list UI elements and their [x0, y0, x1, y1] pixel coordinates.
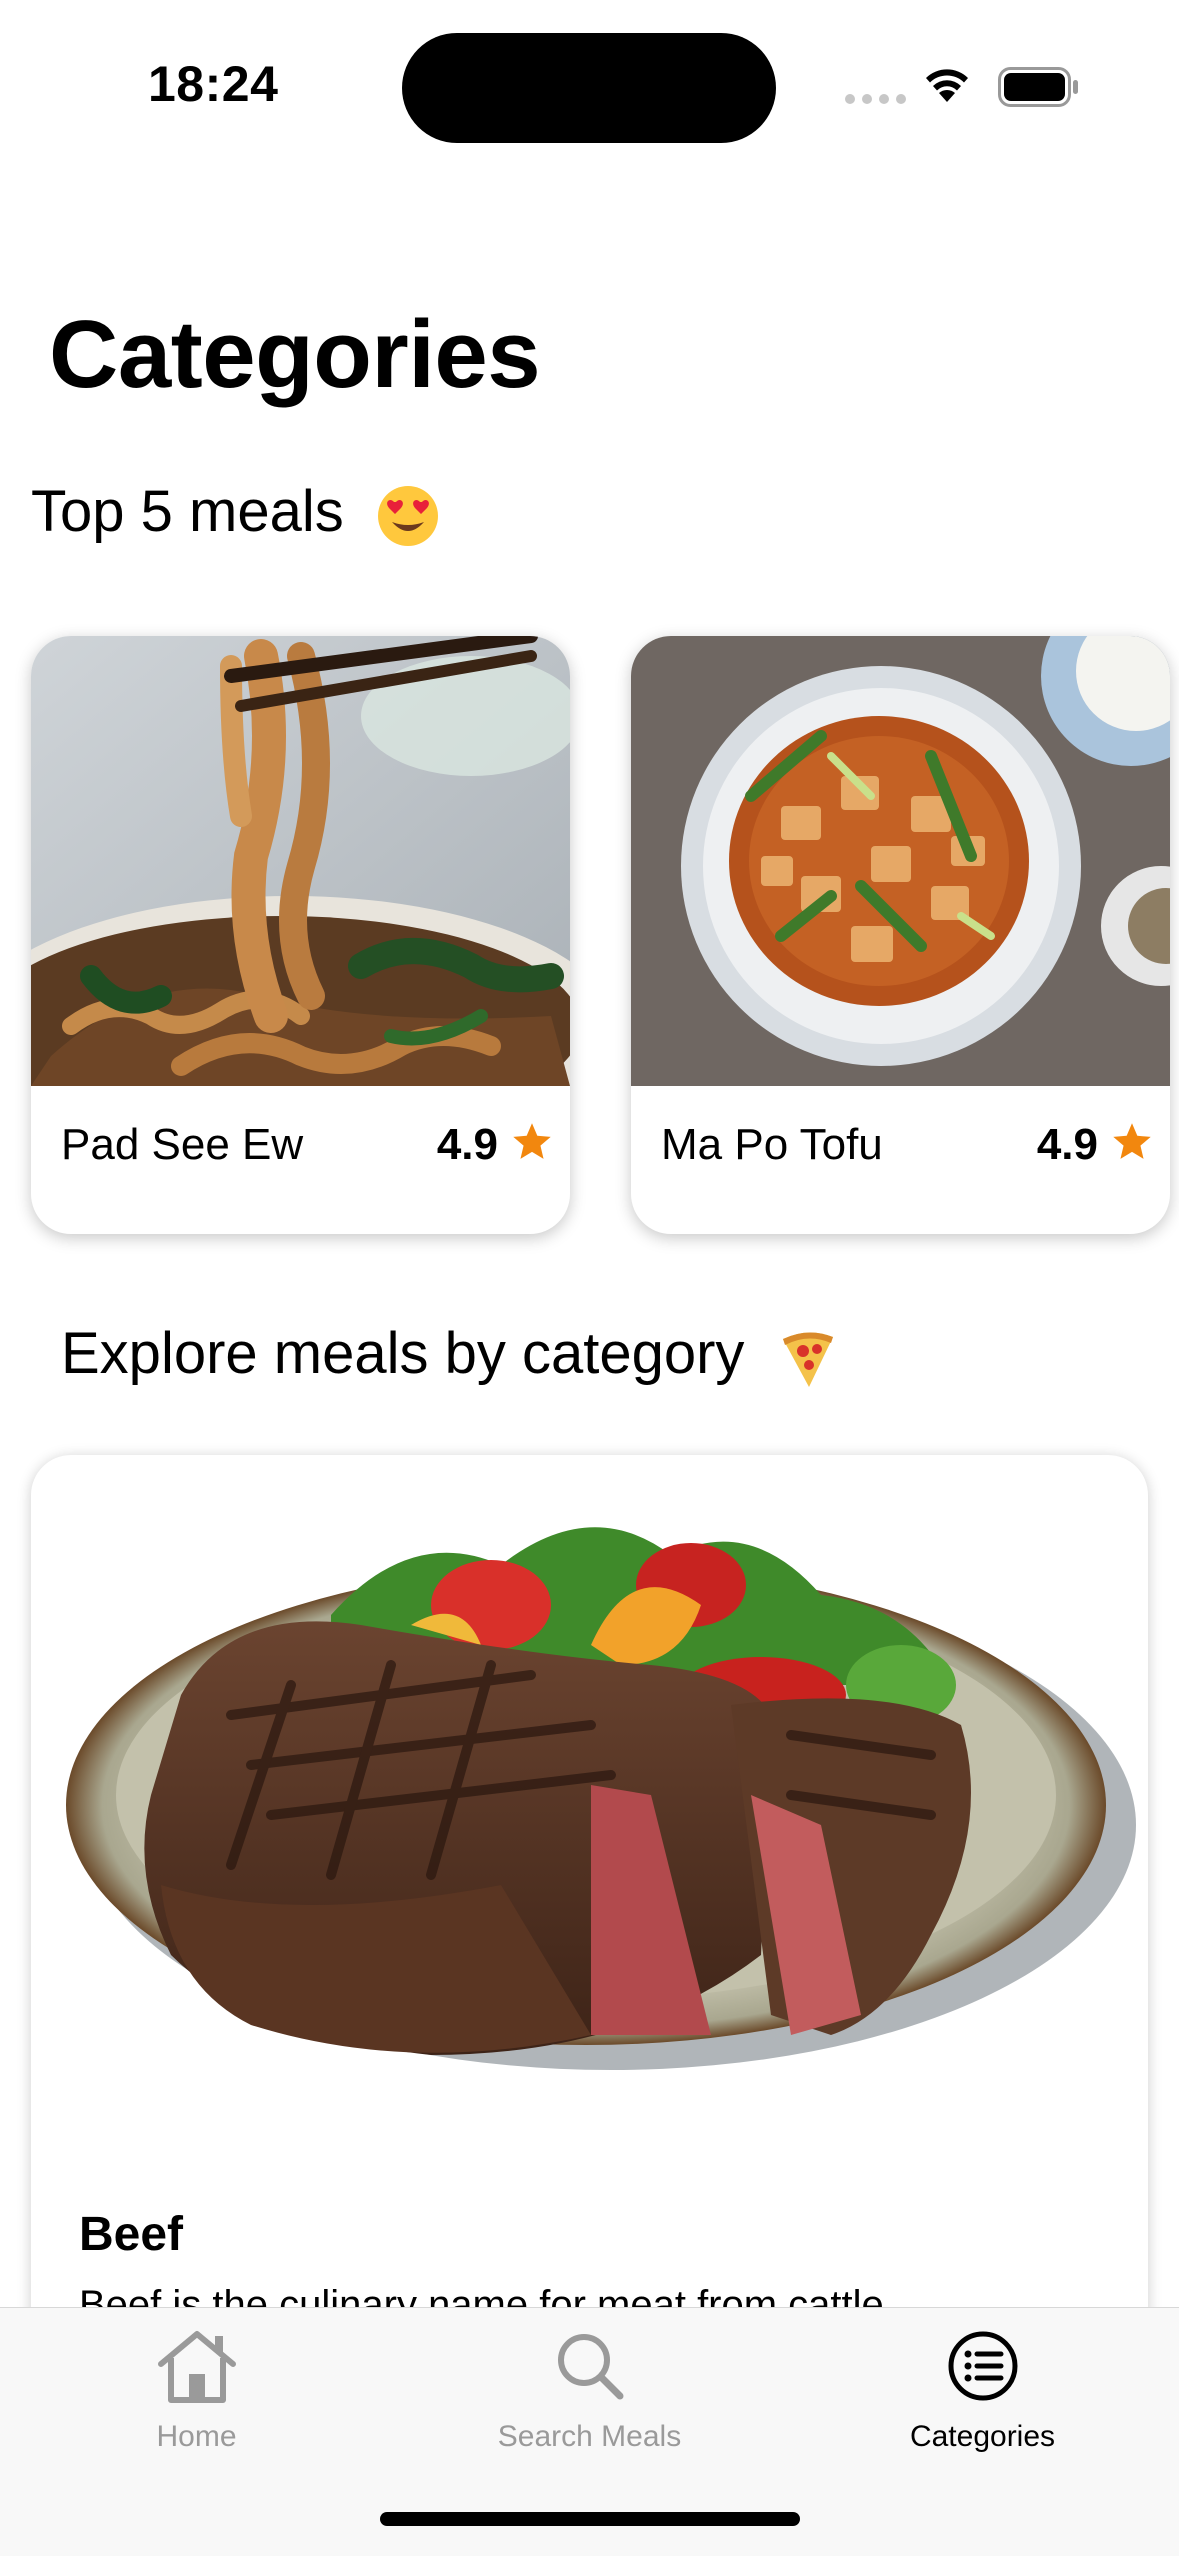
heart-eyes-emoji-icon: [377, 485, 438, 546]
pad-see-ew-image: [31, 636, 570, 1086]
meal-name: Pad See Ew: [61, 1120, 304, 1169]
ma-po-tofu-image: [631, 636, 1170, 1086]
explore-heading: Explore meals by category: [61, 1320, 837, 1389]
explore-title: Explore meals by category: [61, 1321, 745, 1386]
tab-label: Categories: [909, 2420, 1056, 2453]
top-meals-heading: Top 5 meals: [31, 478, 440, 548]
wifi-icon: [926, 69, 968, 102]
top-meals-title: Top 5 meals: [31, 479, 344, 544]
tab-home[interactable]: Home: [0, 2308, 393, 2508]
category-name: Beef: [79, 2208, 184, 2261]
status-time: 18:24: [148, 56, 279, 112]
tab-label: Home: [156, 2420, 237, 2453]
meal-name: Ma Po Tofu: [661, 1120, 883, 1169]
meal-card-pad-see-ew[interactable]: Pad See Ew 4.9: [31, 636, 570, 1234]
page-title: Categories: [49, 301, 541, 408]
tab-search-meals[interactable]: Search Meals: [393, 2308, 786, 2508]
battery-icon: [998, 67, 1078, 107]
tab-categories[interactable]: Categories: [786, 2308, 1179, 2508]
dynamic-island: [402, 33, 776, 143]
screen: 18:24 Categories Top 5 meals Pad See Ew …: [0, 0, 1179, 2556]
meal-rating: 4.9: [1036, 1120, 1098, 1169]
meal-card-ma-po-tofu[interactable]: Ma Po Tofu 4.9: [631, 636, 1170, 1234]
star-icon: [513, 1123, 551, 1159]
home-indicator: [380, 2512, 800, 2526]
search-icon: [557, 2334, 623, 2400]
list-icon: [948, 2331, 1017, 2401]
star-icon: [1113, 1123, 1151, 1159]
cellular-signal-icon: [845, 94, 906, 104]
beef-category-image: [66, 1527, 1136, 2070]
home-icon: [157, 2331, 236, 2403]
pizza-emoji-icon: [782, 1332, 833, 1387]
tab-label: Search Meals: [497, 2420, 682, 2453]
meal-rating: 4.9: [436, 1120, 498, 1169]
